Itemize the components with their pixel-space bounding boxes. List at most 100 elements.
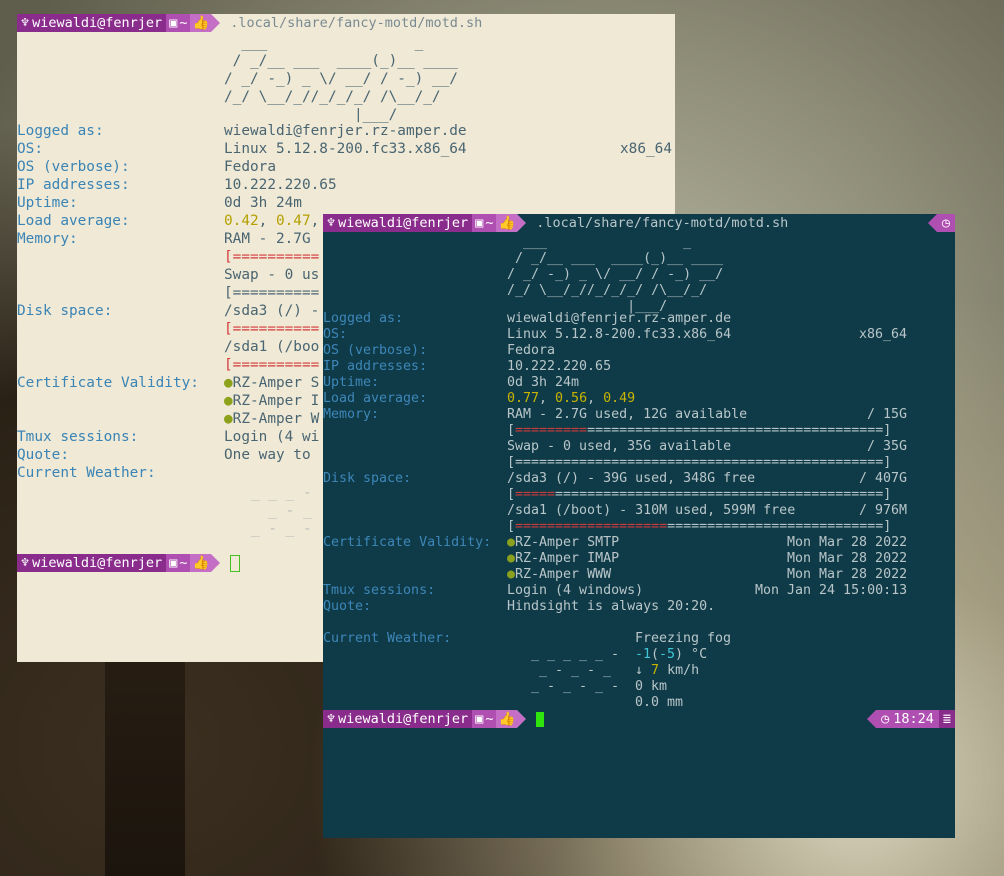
terminal-cursor[interactable] (230, 554, 241, 572)
clock-time: 18:24 (893, 711, 934, 727)
prompt-user-segment: ♆ wiewaldi@fenrjer (323, 710, 473, 728)
value-os-verbose: Fedora (224, 159, 276, 175)
label-os: OS: (17, 141, 43, 157)
label-quote: Quote: (323, 599, 372, 614)
label-disk: Disk space: (17, 303, 113, 319)
thumbs-up-icon: 👍 (190, 14, 212, 32)
thumbs-up-icon: 👍 (496, 710, 518, 728)
status-dot-icon: ● (507, 567, 516, 582)
label-memory: Memory: (17, 231, 78, 247)
prompt-bar: ♆ wiewaldi@fenrjer ▣ ~ 👍 (17, 554, 241, 572)
prompt-user-host: wiewaldi@fenrjer (338, 215, 469, 231)
prompt-dir-segment: ▣ ~ (166, 14, 191, 32)
value-disk1: /sda3 (/) - (224, 303, 320, 319)
weather-precip: 0.0 mm (635, 695, 684, 710)
memory-bar: [========== (224, 249, 320, 265)
disk1-bar: [========== (224, 321, 320, 337)
database-icon: ≣ (938, 710, 955, 728)
cert-item: ●RZ-Amper I (224, 393, 320, 409)
command-text: .local/share/fancy-motd/motd.sh (536, 215, 789, 231)
prompt-user-segment: ♆ wiewaldi@fenrjer (323, 214, 473, 232)
floppy-icon: ▣ (475, 215, 484, 231)
prompt-bar: ♆ wiewaldi@fenrjer ▣ ~ 👍 (323, 710, 545, 728)
right-status-badge: ◷ (927, 214, 955, 232)
status-dot-icon: ● (224, 393, 233, 409)
person-icon: ♆ (21, 15, 30, 31)
label-tmux: Tmux sessions: (17, 429, 139, 445)
prompt-user-host: wiewaldi@fenrjer (338, 711, 469, 727)
value-logged-as: wiewaldi@fenrjer.rz-amper.de (224, 123, 467, 139)
label-cert: Certificate Validity: (323, 535, 492, 550)
ascii-banner-line: ___ _ (224, 35, 424, 51)
clock-icon: ◷ (881, 711, 890, 727)
prompt-dir: ~ (485, 711, 494, 727)
weather-art-line: _ _ _ - (251, 485, 312, 501)
thumbs-up-icon: 👍 (190, 554, 212, 572)
status-dot-icon: ● (507, 535, 516, 550)
cert-item: ●RZ-Amper S (224, 375, 320, 391)
status-dot-icon: ● (224, 375, 233, 391)
prompt-user-segment: ♆ wiewaldi@fenrjer (17, 554, 167, 572)
label-cert: Certificate Validity: (17, 375, 199, 391)
clock-icon: ◷ (936, 214, 955, 232)
status-dot-icon: ● (224, 411, 233, 427)
label-ip: IP addresses: (17, 177, 130, 193)
label-load: Load average: (17, 213, 130, 229)
value-arch: x86_64 (620, 141, 672, 157)
prompt-dir-segment: ▣ ~ (472, 214, 497, 232)
prompt-user-host: wiewaldi@fenrjer (32, 15, 163, 31)
floppy-icon: ▣ (475, 711, 484, 727)
label-quote: Quote: (17, 447, 69, 463)
prompt-dir: ~ (179, 15, 188, 31)
value-os: Linux 5.12.8-200.fc33.x86_64 (224, 141, 467, 157)
ascii-banner-line: /_/ \__/_//_/_/_/ /\__/_/ (224, 89, 441, 105)
floppy-icon: ▣ (169, 15, 178, 31)
prompt-arrow (211, 14, 221, 32)
value-quote: Hindsight is always 20:20. (507, 599, 716, 614)
value-arch: x86_64 (859, 327, 908, 342)
ascii-banner-line: / _/ -_) _ \/ __/ / -_) __/ (224, 71, 458, 87)
disk2-bar: [========== (224, 357, 320, 373)
value-swap: Swap - 0 us (224, 267, 320, 283)
value-ip: 10.222.220.65 (224, 177, 337, 193)
value-quote: One way to (224, 447, 311, 463)
ascii-banner-line: / _/__ ___ ____(_)__ ____ (224, 53, 458, 69)
prompt-arrow (211, 554, 221, 572)
label-weather: Current Weather: (17, 465, 156, 481)
prompt-user-segment: ♆ wiewaldi@fenrjer (17, 14, 167, 32)
terminal-cursor[interactable] (536, 711, 545, 727)
label-logged-as: Logged as: (17, 123, 104, 139)
command-text: .local/share/fancy-motd/motd.sh (230, 15, 483, 31)
thumbs-up-icon: 👍 (496, 214, 518, 232)
prompt-arrow (517, 214, 527, 232)
weather-art-line: _ - _ - _ - (531, 679, 620, 694)
floppy-icon: ▣ (169, 555, 178, 571)
value-uptime: 0d 3h 24m (224, 195, 302, 211)
swap-bar: [========== (224, 285, 320, 301)
prompt-arrow (517, 710, 527, 728)
prompt-dir-segment: ▣ ~ (166, 554, 191, 572)
person-icon: ♆ (21, 555, 30, 571)
clock-badge: ◷ 18:24 (876, 710, 939, 728)
label-disk: Disk space: (323, 471, 412, 486)
prompt-dir: ~ (179, 555, 188, 571)
person-icon: ♆ (327, 711, 336, 727)
label-memory: Memory: (323, 407, 380, 422)
right-status-badge: ◷ 18:24 ≣ (867, 710, 955, 728)
prompt-user-host: wiewaldi@fenrjer (32, 555, 163, 571)
prompt-dir-segment: ▣ ~ (472, 710, 497, 728)
prompt-dir: ~ (485, 215, 494, 231)
value-memory: RAM - 2.7G (224, 231, 311, 247)
label-uptime: Uptime: (17, 195, 78, 211)
label-os-verbose: OS (verbose): (17, 159, 130, 175)
tmux-date: Mon Jan 24 15:00:13 (755, 583, 908, 598)
weather-art-line: _ - _ - (251, 521, 312, 537)
prompt-bar: ♆ wiewaldi@fenrjer ▣ ~ 👍 .local/share/fa… (323, 214, 788, 232)
value-tmux: Login (4 wi (224, 429, 320, 445)
value-disk2: /sda1 (/boo (224, 339, 320, 355)
status-dot-icon: ● (507, 551, 516, 566)
value-load: 0.42, 0.47, (224, 213, 320, 229)
prompt-bar: ♆ wiewaldi@fenrjer ▣ ~ 👍 .local/share/fa… (17, 14, 482, 32)
person-icon: ♆ (327, 215, 336, 231)
front-terminal-window[interactable]: ♆ wiewaldi@fenrjer ▣ ~ 👍 .local/share/fa… (323, 214, 955, 838)
